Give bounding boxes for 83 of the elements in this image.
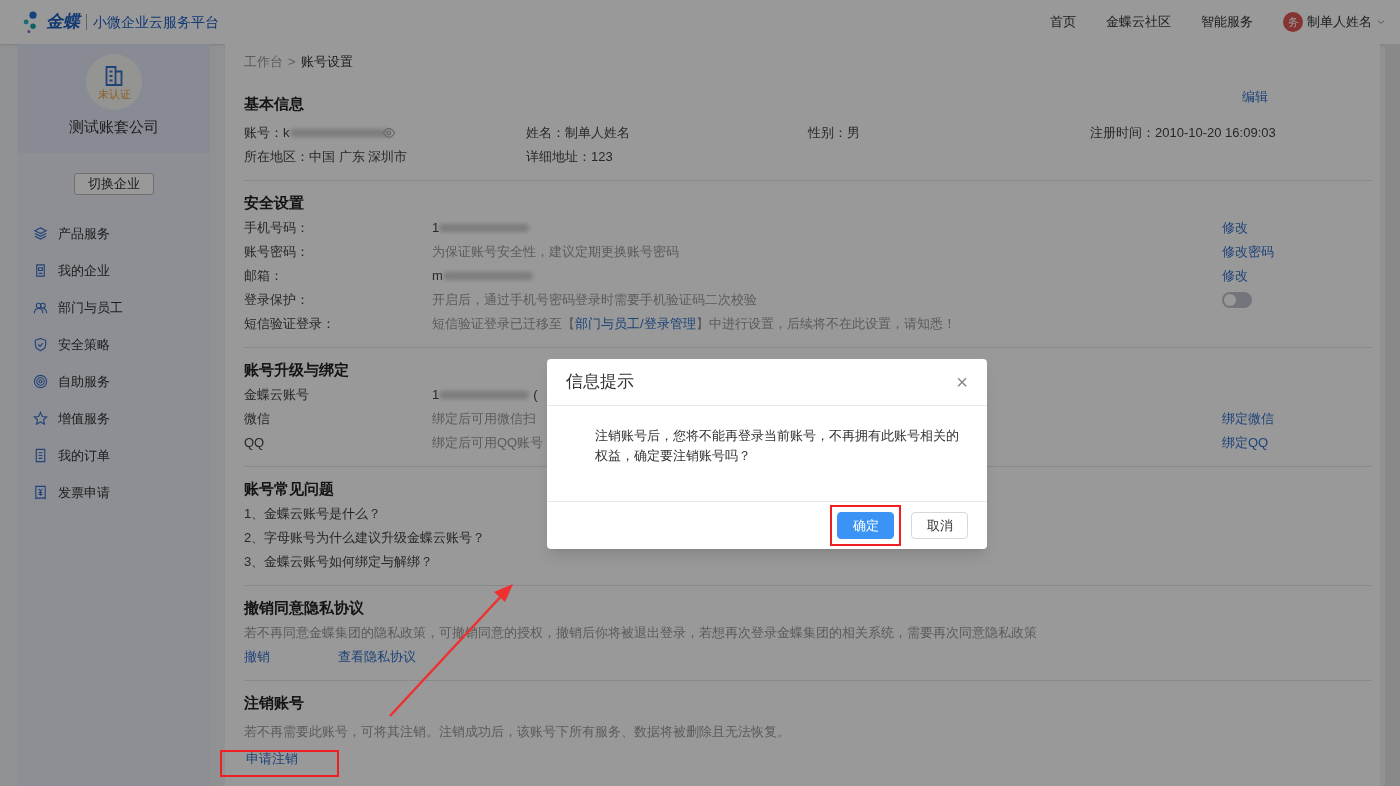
sidebar-item[interactable]: 部门与员工 — [18, 294, 210, 321]
breadcrumb-separator: > — [288, 53, 296, 72]
field-value: 123 — [591, 148, 613, 167]
sidebar-item[interactable]: 我的企业 — [18, 257, 210, 284]
platform-name: 小微企业云服务平台 — [93, 12, 219, 32]
faq-link[interactable]: 1、金蝶云账号是什么？ — [244, 502, 382, 526]
apply-cancel-link[interactable]: 申请注销 — [246, 749, 298, 769]
star-icon — [33, 411, 48, 426]
privacy-link[interactable]: 查看隐私协议 — [338, 647, 416, 667]
section-title: 基本信息 — [244, 93, 304, 114]
action-link[interactable]: 修改 — [1222, 266, 1248, 286]
section-title: 撤销同意隐私协议 — [244, 597, 364, 618]
privacy-link[interactable]: 撤销 — [244, 647, 338, 667]
field-label: 微信 — [244, 410, 271, 429]
user-menu[interactable]: 务 制单人姓名 — [1283, 12, 1386, 32]
action-link[interactable]: 绑定QQ — [1222, 433, 1269, 453]
field-label: 详细地址： — [526, 148, 591, 167]
field-label: 账号密码： — [244, 243, 310, 262]
field-label: 金蝶云账号 — [244, 386, 310, 405]
field-label: 账号： — [244, 124, 283, 143]
sidebar-item[interactable]: 产品服务 — [18, 220, 210, 247]
field-value: ( — [533, 386, 538, 405]
action-link[interactable]: 修改密码 — [1222, 242, 1274, 262]
status-label: 未认证 — [97, 89, 131, 100]
section-title: 注销账号 — [244, 692, 304, 713]
sidebar-item[interactable]: 增值服务 — [18, 405, 210, 432]
switch-company-button[interactable]: 切换企业 — [74, 172, 154, 195]
list-icon — [33, 448, 48, 463]
field-value: 1 — [432, 386, 440, 405]
sidebar-item[interactable]: 安全策略 — [18, 331, 210, 358]
field-label: 注册时间： — [1090, 124, 1155, 143]
confirm-button[interactable]: 确定 — [837, 512, 894, 539]
dialog-message: 注销账号后，您将不能再登录当前账号，不再拥有此账号相关的权益，确定要注销账号吗？ — [595, 427, 960, 465]
field-value: 中国 广东 深圳市 — [309, 148, 408, 167]
shield-check-icon — [33, 337, 48, 352]
sidebar-item[interactable]: 自助服务 — [18, 368, 210, 395]
faq-link[interactable]: 3、金蝶云账号如何绑定与解绑？ — [244, 550, 434, 574]
field-value: m — [432, 267, 443, 286]
field-value: 制单人姓名 — [565, 124, 630, 143]
breadcrumb-item: 账号设置 — [300, 53, 353, 72]
cancel-button[interactable]: 取消 — [911, 512, 968, 539]
field-label: 登录保护： — [244, 291, 310, 310]
field-label: 性别： — [808, 124, 847, 143]
eye-icon — [381, 126, 396, 140]
edit-link[interactable]: 编辑 — [1242, 87, 1268, 107]
section-title: 安全设置 — [244, 192, 304, 213]
user-name: 制单人姓名 — [1307, 13, 1372, 32]
receipt-icon — [33, 485, 48, 500]
target-icon — [33, 374, 48, 389]
chevron-down-icon — [1376, 17, 1386, 27]
action-link[interactable]: 绑定微信 — [1222, 409, 1274, 429]
field-value: 2010-10-20 16:09:03 — [1155, 124, 1276, 143]
toggle-switch[interactable] — [1222, 292, 1252, 308]
field-label: 手机号码： — [244, 219, 310, 238]
field-label: 所在地区： — [244, 148, 309, 167]
nav-link[interactable]: 智能服务 — [1201, 12, 1253, 32]
section-title: 账号升级与绑定 — [244, 359, 349, 380]
dialog-title: 信息提示 — [566, 371, 634, 394]
nav-link[interactable]: 金蝶云社区 — [1106, 12, 1171, 32]
hint-text: 绑定后可用QQ账号 — [432, 434, 544, 453]
field-label: 姓名： — [526, 124, 565, 143]
close-button[interactable]: × — [956, 372, 968, 392]
section-title: 账号常见问题 — [244, 478, 334, 499]
sidebar-item[interactable]: 我的订单 — [18, 442, 210, 469]
field-label: QQ — [244, 434, 266, 453]
brand-name: 金蝶 — [46, 11, 80, 34]
field-value: 男 — [847, 124, 860, 143]
field-value: 1 — [432, 219, 440, 238]
users-icon — [33, 300, 48, 315]
hint-text: 绑定后可用微信扫 — [432, 410, 536, 429]
nav-link[interactable]: 首页 — [1050, 12, 1076, 32]
action-link[interactable]: 修改 — [1222, 218, 1248, 238]
user-avatar: 务 — [1283, 12, 1303, 32]
field-value: k — [283, 124, 290, 143]
document-icon — [33, 263, 48, 278]
sidebar-item[interactable]: 发票申请 — [18, 479, 210, 506]
field-label: 短信验证登录： — [244, 315, 336, 334]
company-name: 测试账套公司 — [69, 117, 159, 137]
layers-icon — [33, 226, 48, 241]
hint-text: 为保证账号安全性，建议定期更换账号密码 — [432, 243, 679, 262]
field-label: 邮箱： — [244, 267, 284, 286]
settings-link[interactable]: 部门与员工/登录管理 — [575, 316, 696, 332]
faq-link[interactable]: 2、字母账号为什么建议升级金蝶云账号？ — [244, 526, 486, 550]
